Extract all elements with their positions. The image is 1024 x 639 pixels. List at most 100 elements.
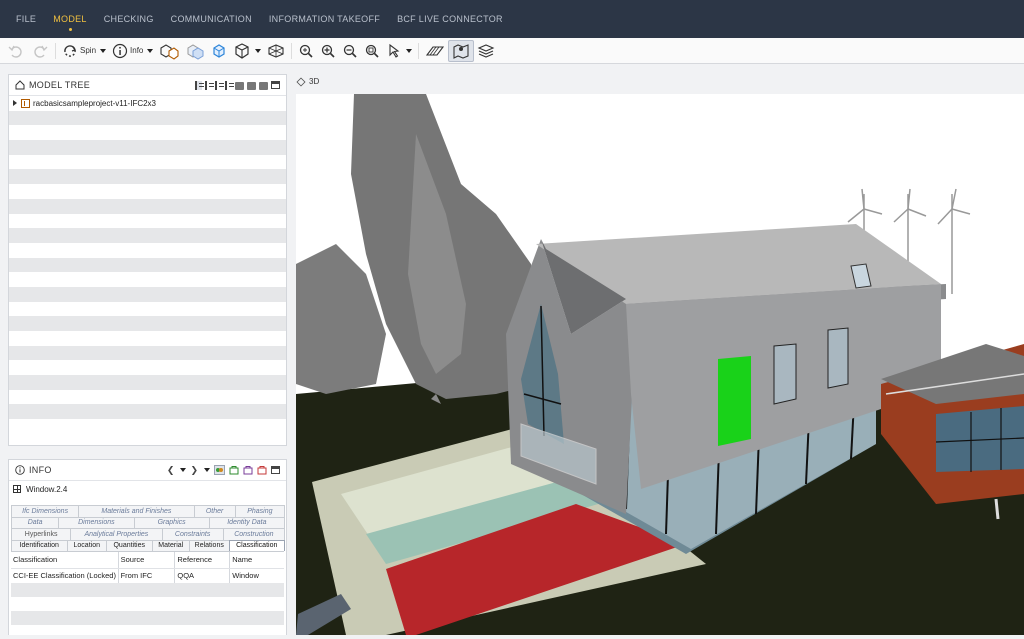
column-header[interactable]: Source <box>119 552 176 568</box>
tree-filter-icon[interactable] <box>225 80 234 90</box>
tab-other[interactable]: Other <box>193 505 236 517</box>
side-window <box>827 327 849 389</box>
cube-icon <box>296 76 306 87</box>
tree-empty-row <box>9 302 286 317</box>
tab-ifc-dimensions[interactable]: Ifc Dimensions <box>11 505 80 517</box>
main-menu-bar: FILE MODEL CHECKING COMMUNICATION INFORM… <box>0 0 1024 38</box>
tree-empty-row <box>9 140 286 155</box>
toolbar-separator <box>291 42 293 59</box>
column-header[interactable]: Name <box>230 552 284 568</box>
selected-window[interactable] <box>718 356 751 446</box>
chevron-down-icon[interactable] <box>180 468 187 472</box>
tab-phasing[interactable]: Phasing <box>234 505 285 517</box>
select-tool-dropdown[interactable] <box>383 40 415 62</box>
tab-construction[interactable]: Construction <box>222 528 285 540</box>
cube-view-dropdown[interactable] <box>230 40 264 62</box>
viewport-label: 3D <box>309 77 320 86</box>
element-grid-icon <box>13 485 21 493</box>
transparent-cubes-button[interactable] <box>182 40 208 62</box>
wireframe-cube-button[interactable] <box>264 40 288 62</box>
tab-analytical-properties[interactable]: Analytical Properties <box>70 528 163 540</box>
table-empty-row <box>11 597 284 611</box>
chevron-down-icon[interactable] <box>204 468 210 472</box>
purple-bag-icon[interactable] <box>243 465 253 475</box>
info-title: INFO <box>29 465 52 475</box>
column-header[interactable]: Reference <box>175 552 231 568</box>
tree-empty-row <box>9 331 286 346</box>
zoom-selection-button[interactable] <box>361 40 383 62</box>
tab-hyperlinks[interactable]: Hyperlinks <box>11 528 72 540</box>
green-bag-icon[interactable] <box>229 465 239 475</box>
menu-model[interactable]: MODEL <box>53 14 87 31</box>
zoom-extents-button[interactable] <box>295 40 317 62</box>
map-pin-icon <box>453 43 469 59</box>
tab-data[interactable]: Data <box>11 516 60 528</box>
previous-icon[interactable]: ❮ <box>167 465 175 476</box>
table-row[interactable]: CCI-EE Classification (Locked) From IFC … <box>11 567 284 583</box>
chevron-down-icon <box>406 48 413 53</box>
undo-button[interactable] <box>4 40 28 62</box>
tab-identity-data[interactable]: Identity Data <box>208 516 285 528</box>
property-tabs: Ifc Dimensions Materials and Finishes Ot… <box>9 505 286 551</box>
tab-material[interactable]: Material <box>151 539 190 551</box>
tree-empty-row <box>9 125 286 140</box>
menu-bcf-live-connector[interactable]: BCF LIVE CONNECTOR <box>397 14 503 24</box>
section-plane-button[interactable] <box>422 40 448 62</box>
3d-viewport[interactable] <box>296 94 1024 635</box>
spin-dropdown[interactable]: Spin <box>59 40 109 62</box>
model-boxes-button[interactable] <box>156 40 182 62</box>
undo-icon <box>8 45 22 58</box>
tab-graphics[interactable]: Graphics <box>133 516 210 528</box>
tab-identification[interactable]: Identification <box>11 539 68 551</box>
menu-file[interactable]: FILE <box>16 14 36 24</box>
viewport-tab[interactable]: 3D <box>296 76 320 87</box>
tree-bag-icon[interactable] <box>235 82 244 90</box>
tree-hierarchy-icon[interactable] <box>195 80 204 90</box>
tab-classification[interactable]: Classification <box>228 539 285 551</box>
next-icon[interactable]: ❯ <box>190 465 198 476</box>
zoom-out-button[interactable] <box>339 40 361 62</box>
table-empty-rows <box>11 583 284 639</box>
tree-empty-row <box>9 228 286 243</box>
expand-arrow-icon[interactable] <box>13 100 17 107</box>
info-dropdown[interactable]: Info <box>109 40 156 62</box>
tree-item-project[interactable]: racbasicsampleproject-v11-IFC2x3 <box>9 96 286 111</box>
blue-cube-button[interactable] <box>208 40 230 62</box>
column-header[interactable]: Classification <box>11 552 119 568</box>
3d-scene[interactable] <box>296 94 1024 635</box>
maximize-panel-icon[interactable] <box>271 81 280 89</box>
tree-empty-row <box>9 272 286 287</box>
tree-empty-row <box>9 214 286 229</box>
tree-list-icon[interactable] <box>205 80 214 90</box>
menu-checking[interactable]: CHECKING <box>104 14 154 24</box>
blue-cube-icon <box>213 43 225 58</box>
tree-empty-row <box>9 257 286 273</box>
model-tree-tools <box>195 80 280 90</box>
spin-icon <box>64 44 76 57</box>
maximize-panel-icon[interactable] <box>271 466 280 474</box>
menu-communication[interactable]: COMMUNICATION <box>171 14 252 24</box>
tab-quantities[interactable]: Quantities <box>106 539 153 551</box>
linked-objects-icon[interactable] <box>214 465 225 475</box>
spin-label: Spin <box>80 46 97 55</box>
layers-button[interactable] <box>474 40 498 62</box>
redo-button[interactable] <box>28 40 52 62</box>
tab-dimensions[interactable]: Dimensions <box>58 516 135 528</box>
tab-row: Ifc Dimensions Materials and Finishes Ot… <box>11 505 285 517</box>
tree-item-label: racbasicsampleproject-v11-IFC2x3 <box>33 98 157 108</box>
tab-materials-and-finishes[interactable]: Materials and Finishes <box>78 505 195 517</box>
tree-bag-icon[interactable] <box>247 82 256 90</box>
zoom-in-button[interactable] <box>317 40 339 62</box>
tab-location[interactable]: Location <box>66 539 107 551</box>
menu-information-takeoff[interactable]: INFORMATION TAKEOFF <box>269 14 380 24</box>
section-plane-icon <box>426 45 445 56</box>
tree-stack-icon[interactable] <box>215 80 224 90</box>
tab-relations[interactable]: Relations <box>189 539 230 551</box>
map-view-button[interactable] <box>448 39 475 62</box>
layers-icon <box>477 43 495 58</box>
source-cell: From IFC <box>119 568 176 583</box>
red-bag-icon[interactable] <box>257 465 267 475</box>
info-icon <box>15 465 25 475</box>
tree-bag-icon[interactable] <box>259 82 268 90</box>
tab-constraints[interactable]: Constraints <box>161 528 224 540</box>
